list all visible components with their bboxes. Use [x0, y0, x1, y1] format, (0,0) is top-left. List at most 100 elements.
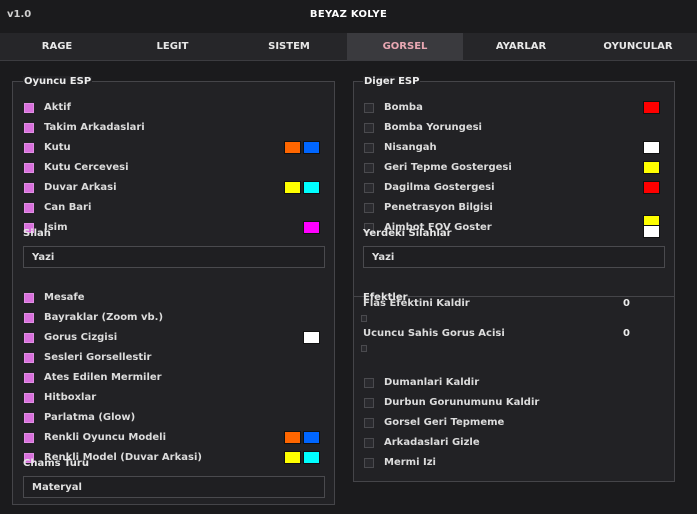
- checkbox[interactable]: [24, 373, 34, 383]
- color-swatch[interactable]: [643, 181, 660, 194]
- option-hitboxlar[interactable]: Hitboxlar: [24, 391, 324, 405]
- color-swatch[interactable]: [643, 161, 660, 174]
- option-dagilma-gostergesi[interactable]: Dagilma Gostergesi: [364, 181, 664, 195]
- checkbox[interactable]: [24, 413, 34, 423]
- option-sesleri-gorsellestir[interactable]: Sesleri Gorsellestir: [24, 351, 324, 365]
- option-mermi-izi[interactable]: Mermi Izi: [364, 456, 664, 470]
- color-swatch[interactable]: [284, 431, 301, 444]
- tab-legit[interactable]: LEGIT: [114, 33, 231, 61]
- option-aktif[interactable]: Aktif: [24, 101, 324, 115]
- color-swatch[interactable]: [303, 141, 320, 154]
- ground-weapons-dropdown[interactable]: Yazi: [363, 246, 665, 268]
- checkbox[interactable]: [24, 163, 34, 173]
- color-swatch[interactable]: [303, 431, 320, 444]
- checkbox[interactable]: [24, 353, 34, 363]
- option-label: Kutu Cercevesi: [44, 162, 129, 173]
- chams-type-label: Chams Turu: [23, 458, 89, 469]
- option-label: Gorus Cizgisi: [44, 332, 118, 343]
- checkbox[interactable]: [24, 123, 34, 133]
- tab-sistem[interactable]: SISTEM: [231, 33, 347, 61]
- checkbox[interactable]: [24, 393, 34, 403]
- color-swatch[interactable]: [303, 221, 320, 234]
- weapon-label: Silah: [23, 228, 51, 239]
- checkbox[interactable]: [364, 163, 374, 173]
- option-bomba-yorungesi[interactable]: Bomba Yorungesi: [364, 121, 664, 135]
- option-nisangah[interactable]: Nisangah: [364, 141, 664, 155]
- option-bomba[interactable]: Bomba: [364, 101, 664, 115]
- chams-type-dropdown[interactable]: Materyal: [23, 476, 325, 498]
- tab-oyuncular[interactable]: OYUNCULAR: [579, 33, 697, 61]
- option-dumanlari-kaldir[interactable]: Dumanlari Kaldir: [364, 376, 664, 390]
- option-takim-arkadaslari[interactable]: Takim Arkadaslari: [24, 121, 324, 135]
- option-arkadaslari-gizle[interactable]: Arkadaslari Gizle: [364, 436, 664, 450]
- option-label: Parlatma (Glow): [44, 412, 136, 423]
- checkbox[interactable]: [364, 398, 374, 408]
- option-label: Mesafe: [44, 292, 85, 303]
- tab-rage[interactable]: RAGE: [0, 33, 114, 61]
- option-label: Kutu: [44, 142, 71, 153]
- option-can-bari[interactable]: Can Bari: [24, 201, 324, 215]
- option-label: Mermi Izi: [384, 457, 436, 468]
- option-label: Gorsel Geri Tepmeme: [384, 417, 505, 428]
- other-esp-title: Diger ESP: [363, 76, 421, 87]
- option-isim[interactable]: Isim: [24, 221, 324, 235]
- option-durbun-gorunumunu-kaldir[interactable]: Durbun Gorunumunu Kaldir: [364, 396, 664, 410]
- option-gorsel-geri-tepmeme[interactable]: Gorsel Geri Tepmeme: [364, 416, 664, 430]
- option-label: Dumanlari Kaldir: [384, 377, 480, 388]
- color-swatch[interactable]: [303, 181, 320, 194]
- third-person-slider-value: 0: [623, 328, 630, 339]
- option-mesafe[interactable]: Mesafe: [24, 291, 324, 305]
- checkbox[interactable]: [364, 123, 374, 133]
- option-renkli-oyuncu-modeli[interactable]: Renkli Oyuncu Modeli: [24, 431, 324, 445]
- weapon-dropdown[interactable]: Yazi: [23, 246, 325, 268]
- checkbox[interactable]: [364, 418, 374, 428]
- option-bayraklar-zoom-vb[interactable]: Bayraklar (Zoom vb.): [24, 311, 324, 325]
- checkbox[interactable]: [364, 458, 374, 468]
- checkbox[interactable]: [364, 378, 374, 388]
- option-label: Takim Arkadaslari: [44, 122, 145, 133]
- third-person-slider[interactable]: [361, 345, 367, 352]
- option-label: Sesleri Gorsellestir: [44, 352, 152, 363]
- option-parlatma-glow[interactable]: Parlatma (Glow): [24, 411, 324, 425]
- checkbox[interactable]: [24, 183, 34, 193]
- checkbox[interactable]: [364, 143, 374, 153]
- chams-type-dropdown-value: Materyal: [32, 482, 82, 493]
- color-swatch[interactable]: [643, 101, 660, 114]
- color-swatch[interactable]: [284, 141, 301, 154]
- color-swatch[interactable]: [284, 451, 301, 464]
- flash-slider[interactable]: [361, 315, 367, 322]
- checkbox[interactable]: [364, 183, 374, 193]
- checkbox[interactable]: [364, 203, 374, 213]
- tab-gorsel[interactable]: GORSEL: [347, 33, 463, 61]
- option-kutu[interactable]: Kutu: [24, 141, 324, 155]
- option-label: Bomba Yorungesi: [384, 122, 482, 133]
- color-swatch[interactable]: [303, 331, 320, 344]
- option-ates-edilen-mermiler[interactable]: Ates Edilen Mermiler: [24, 371, 324, 385]
- checkbox[interactable]: [364, 438, 374, 448]
- option-label: Aktif: [44, 102, 71, 113]
- option-kutu-cercevesi[interactable]: Kutu Cercevesi: [24, 161, 324, 175]
- option-gorus-cizgisi[interactable]: Gorus Cizgisi: [24, 331, 324, 345]
- checkbox[interactable]: [24, 293, 34, 303]
- checkbox[interactable]: [24, 103, 34, 113]
- title-bar: v1.0 BEYAZ KOLYE: [0, 0, 697, 31]
- color-swatch[interactable]: [303, 451, 320, 464]
- option-label: Nisangah: [384, 142, 437, 153]
- option-penetrasyon-bilgisi[interactable]: Penetrasyon Bilgisi: [364, 201, 664, 215]
- checkbox[interactable]: [24, 433, 34, 443]
- checkbox[interactable]: [24, 143, 34, 153]
- checkbox[interactable]: [24, 203, 34, 213]
- option-label: Duvar Arkasi: [44, 182, 117, 193]
- color-swatch[interactable]: [643, 225, 660, 238]
- option-geri-tepme-gostergesi[interactable]: Geri Tepme Gostergesi: [364, 161, 664, 175]
- option-label: Renkli Oyuncu Modeli: [44, 432, 166, 443]
- color-swatch[interactable]: [284, 181, 301, 194]
- option-duvar-arkasi[interactable]: Duvar Arkasi: [24, 181, 324, 195]
- flash-slider-value: 0: [623, 298, 630, 309]
- checkbox[interactable]: [24, 313, 34, 323]
- option-label: Dagilma Gostergesi: [384, 182, 495, 193]
- tab-ayarlar[interactable]: AYARLAR: [463, 33, 579, 61]
- checkbox[interactable]: [364, 103, 374, 113]
- checkbox[interactable]: [24, 333, 34, 343]
- color-swatch[interactable]: [643, 141, 660, 154]
